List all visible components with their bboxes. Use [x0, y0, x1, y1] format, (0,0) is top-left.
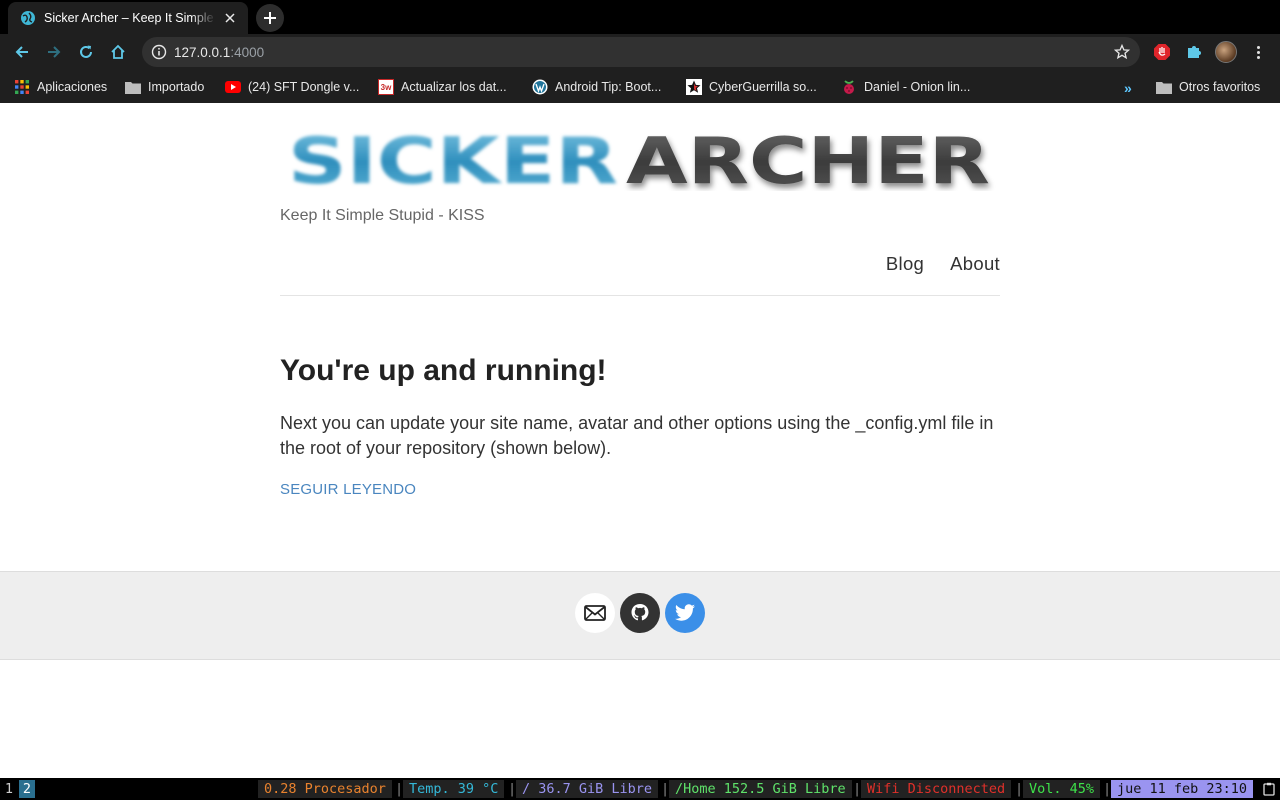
bookmark-android-tip[interactable]: Android Tip: Boot... [532, 76, 661, 98]
bookmark-label: CyberGuerrilla so... [709, 80, 817, 94]
bookmarks-bar: Aplicaciones Importado (24) SFT Dongle v… [0, 70, 1280, 103]
tab-strip: Sicker Archer – Keep It Simple Stupid - … [0, 0, 1280, 34]
bookmark-3w[interactable]: 3w Actualizar los dat... [378, 76, 507, 98]
home-button[interactable] [104, 38, 132, 66]
bookmark-label: Importado [148, 80, 205, 94]
read-more-link[interactable]: SEGUIR LEYENDO [280, 481, 416, 498]
back-button[interactable] [8, 38, 36, 66]
more-bookmarks-chevron-icon[interactable]: » [1124, 80, 1132, 96]
browser-toolbar: 127.0.0.1:4000 [0, 34, 1280, 70]
logo-word-archer: ARCHER [626, 129, 990, 191]
bookmark-label: Actualizar los dat... [401, 80, 507, 94]
nav-link-about[interactable]: About [950, 253, 1000, 275]
site-logo[interactable]: SICKER ARCHER [288, 129, 1000, 191]
header-divider [280, 295, 1000, 296]
post-title: You're up and running! [280, 354, 607, 387]
tab-active[interactable]: Sicker Archer – Keep It Simple Stupid - … [8, 2, 248, 34]
separator: | [508, 781, 517, 797]
arrow-right-icon [48, 46, 61, 58]
info-icon[interactable] [151, 44, 167, 60]
email-button[interactable] [575, 593, 615, 633]
address-bar[interactable]: 127.0.0.1:4000 [142, 37, 1140, 67]
arrow-left-icon [15, 46, 28, 58]
nav-link-blog[interactable]: Blog [886, 253, 924, 275]
globe-icon [20, 10, 36, 26]
clock: jue 11 feb 23:10 [1111, 780, 1254, 798]
bookmark-label: Otros favoritos [1179, 80, 1261, 94]
bookmark-label: Daniel - Onion lin... [864, 80, 971, 94]
3w-icon: 3w [378, 79, 394, 95]
site-tagline: Keep It Simple Stupid - KISS [280, 207, 485, 224]
apps-grid-icon [14, 79, 30, 95]
reload-button[interactable] [72, 38, 100, 66]
reload-icon [80, 45, 92, 58]
site-footer [0, 571, 1280, 660]
bookmark-cyberguerrilla[interactable]: CyberGuerrilla so... [686, 76, 817, 98]
separator: | [1103, 781, 1112, 797]
star-icon [686, 79, 702, 95]
separator: | [1015, 781, 1024, 797]
github-icon [631, 604, 649, 621]
forward-button[interactable] [40, 38, 68, 66]
clipboard-icon[interactable] [1263, 782, 1275, 796]
home-disk-free: /Home 152.5 GiB Libre [669, 780, 852, 798]
workspace-2[interactable]: 2 [19, 780, 35, 798]
bookmark-importado[interactable]: Importado [125, 76, 204, 98]
separator: | [395, 781, 404, 797]
bookmark-daniel-onion[interactable]: Daniel - Onion lin... [841, 76, 970, 98]
email-icon [584, 605, 606, 621]
volume: Vol. 45% [1023, 780, 1101, 798]
separator: | [661, 781, 670, 797]
close-icon[interactable] [222, 10, 238, 26]
bookmark-label: (24) SFT Dongle v... [248, 80, 360, 94]
github-button[interactable] [620, 593, 660, 633]
temperature: Temp. 39 °C [403, 780, 505, 798]
folder-icon [125, 79, 141, 95]
site-nav: Blog About [886, 253, 1000, 275]
wifi-status: Wifi Disconnected [861, 780, 1012, 798]
url-text: 127.0.0.1:4000 [174, 45, 264, 60]
youtube-icon [225, 79, 241, 95]
url-port: :4000 [230, 45, 265, 60]
url-host: 127.0.0.1 [174, 45, 231, 60]
root-disk-free: / 36.7 GiB Libre [516, 780, 659, 798]
home-icon [111, 44, 125, 59]
logo-word-sicker: SICKER [288, 129, 618, 191]
bookmark-label: Android Tip: Boot... [555, 80, 662, 94]
twitter-icon [674, 604, 695, 621]
cpu-load: 0.28 Procesador [258, 780, 392, 798]
post-excerpt: Next you can update your site name, avat… [280, 413, 994, 458]
folder-icon [1156, 79, 1172, 95]
new-tab-button[interactable] [256, 4, 284, 32]
profile-avatar[interactable] [1215, 41, 1237, 63]
extensions-puzzle-icon[interactable] [1184, 42, 1204, 62]
page-content: SICKER ARCHER Keep It Simple Stupid - KI… [0, 103, 1280, 778]
workspace-1[interactable]: 1 [1, 780, 17, 798]
menu-dots-icon[interactable] [1250, 42, 1266, 62]
separator: | [853, 781, 862, 797]
bookmark-label: Aplicaciones [37, 80, 108, 94]
3w-icon-text: 3w [380, 82, 392, 92]
bookmark-star-icon[interactable] [1114, 44, 1130, 60]
raspberry-icon [841, 79, 857, 95]
bookmark-youtube[interactable]: (24) SFT Dongle v... [225, 76, 359, 98]
plus-icon [264, 12, 276, 24]
twitter-button[interactable] [665, 593, 705, 633]
bookmark-otros-favoritos[interactable]: Otros favoritos [1156, 76, 1260, 98]
wordpress-icon [532, 79, 548, 95]
adblock-extension-icon[interactable] [1152, 42, 1172, 62]
bookmark-apps[interactable]: Aplicaciones [14, 76, 107, 98]
tab-title: Sicker Archer – Keep It Simple Stupid - … [44, 11, 216, 25]
system-status-bar: 1 2 0.28 Procesador | Temp. 39 °C | / 36… [0, 778, 1280, 800]
